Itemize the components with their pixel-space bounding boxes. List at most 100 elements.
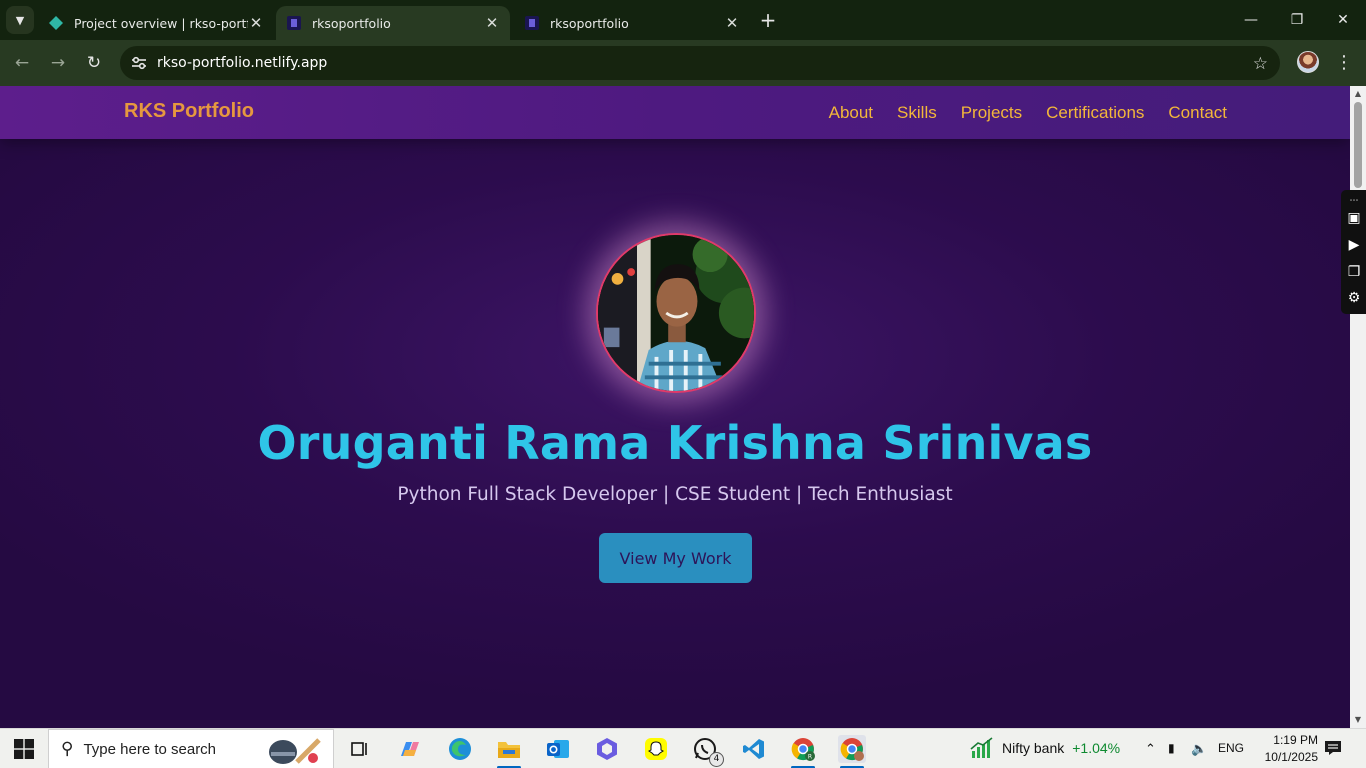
- portfolio-page: RKS Portfolio About Skills Projects Cert…: [0, 86, 1350, 728]
- window-capture-icon[interactable]: ❐: [1345, 263, 1363, 281]
- microsoft-365-button[interactable]: [593, 735, 621, 763]
- site-nav-links: About Skills Projects Certifications Con…: [829, 103, 1227, 123]
- site-navbar: RKS Portfolio About Skills Projects Cert…: [0, 86, 1350, 139]
- system-clock[interactable]: 1:19 PM 10/1/2025: [1248, 732, 1318, 766]
- tab-rksoportfolio[interactable]: rksoportfolio ✕: [514, 6, 750, 40]
- restore-button[interactable]: ❐: [1274, 0, 1320, 40]
- hero-subtitle: Python Full Stack Developer | CSE Studen…: [397, 484, 953, 505]
- battery-icon[interactable]: ▮: [1168, 741, 1175, 755]
- tab-title: rksoportfolio: [550, 15, 629, 31]
- chrome-profile-photo-button[interactable]: [838, 735, 866, 768]
- restore-icon: ❐: [1290, 12, 1304, 28]
- windows-taskbar: ⚲ Type here to search 4 R Nifty bank +1.…: [0, 728, 1366, 768]
- minimize-icon: —: [1244, 12, 1258, 28]
- site-favicon-icon: [525, 16, 539, 30]
- netlify-diamond-icon: [49, 16, 63, 30]
- whatsapp-unread-badge: 4: [709, 752, 724, 767]
- profile-avatar[interactable]: [1297, 51, 1319, 73]
- nav-link-contact[interactable]: Contact: [1168, 103, 1227, 123]
- reload-icon: ↻: [86, 53, 102, 73]
- clock-date: 10/1/2025: [1264, 750, 1318, 764]
- plus-icon: +: [759, 8, 777, 32]
- close-tab-icon[interactable]: ✕: [724, 14, 740, 32]
- taskbar-search-placeholder: Type here to search: [83, 740, 217, 758]
- tab-project-overview[interactable]: Project overview | rkso-portfolio ✕: [38, 6, 274, 40]
- arrow-left-icon: ←: [14, 53, 30, 73]
- clock-time: 1:19 PM: [1273, 733, 1318, 747]
- new-tab-button[interactable]: +: [756, 8, 780, 32]
- task-view-button[interactable]: [346, 735, 374, 763]
- nav-link-certifications[interactable]: Certifications: [1046, 103, 1144, 123]
- hero-name-heading: Oruganti Rama Krishna Srinivas: [257, 416, 1093, 470]
- close-tab-icon[interactable]: ✕: [248, 14, 264, 32]
- volume-icon[interactable]: 🔈: [1191, 741, 1207, 757]
- page-scrollbar[interactable]: ▲ ▼: [1350, 86, 1366, 728]
- snapchat-icon: [645, 738, 667, 760]
- back-button[interactable]: ←: [8, 49, 36, 77]
- language-indicator[interactable]: ENG: [1218, 741, 1244, 755]
- microsoft-365-icon: [597, 738, 617, 760]
- edge-icon: [449, 738, 471, 760]
- site-brand[interactable]: RKS Portfolio: [124, 100, 254, 123]
- scroll-down-arrow-icon[interactable]: ▼: [1353, 715, 1363, 725]
- close-icon: ✕: [1337, 12, 1349, 28]
- outlook-icon: [547, 740, 569, 758]
- url-text: rkso-portfolio.netlify.app: [157, 55, 328, 71]
- cricket-helmet-icon: [269, 738, 321, 764]
- site-settings-icon[interactable]: [130, 54, 148, 72]
- gear-icon[interactable]: ⚙: [1345, 289, 1363, 307]
- browser-menu-icon[interactable]: ⋮: [1334, 51, 1354, 75]
- windows-start-icon[interactable]: [14, 739, 34, 759]
- profile-photo-image: [598, 235, 754, 391]
- copilot-icon: [401, 742, 419, 756]
- widget-change: +1.04%: [1072, 740, 1121, 756]
- show-hidden-icons-chevron-icon[interactable]: ⌃: [1145, 741, 1156, 757]
- more-options-icon[interactable]: ⋯: [1345, 192, 1363, 210]
- tab-rksoportfolio-active[interactable]: rksoportfolio ✕: [276, 6, 510, 40]
- forward-button[interactable]: →: [44, 49, 72, 77]
- nav-link-skills[interactable]: Skills: [897, 103, 937, 123]
- nav-link-about[interactable]: About: [829, 103, 873, 123]
- taskbar-search-box[interactable]: ⚲ Type here to search: [48, 729, 334, 768]
- notifications-icon[interactable]: [1324, 740, 1342, 756]
- close-tab-icon[interactable]: ✕: [484, 14, 500, 32]
- scrollbar-thumb[interactable]: [1354, 102, 1362, 188]
- camera-icon[interactable]: ▣: [1345, 209, 1363, 227]
- profile-photo: [596, 233, 756, 393]
- task-view-icon: [351, 742, 367, 756]
- bookmark-star-icon[interactable]: ☆: [1253, 54, 1268, 74]
- browser-toolbar: ← → ↻ rkso-portfolio.netlify.app ☆ ⋮: [0, 40, 1366, 86]
- tab-strip: ▼ Project overview | rkso-portfolio ✕ rk…: [0, 0, 1366, 40]
- chrome-icon: [840, 738, 864, 761]
- vscode-button[interactable]: [740, 735, 768, 763]
- stock-chart-icon: [970, 737, 993, 758]
- address-bar[interactable]: rkso-portfolio.netlify.app ☆: [120, 46, 1280, 80]
- whatsapp-button[interactable]: 4: [691, 735, 724, 767]
- svg-text:R: R: [808, 754, 812, 761]
- folder-icon: [498, 742, 520, 758]
- minimize-button[interactable]: —: [1228, 0, 1274, 40]
- snapchat-button[interactable]: [642, 735, 670, 763]
- site-favicon-icon: [287, 16, 301, 30]
- tab-title: rksoportfolio: [312, 15, 391, 31]
- scroll-up-arrow-icon[interactable]: ▲: [1353, 89, 1363, 99]
- vscode-icon: [743, 739, 764, 759]
- tab-title: Project overview | rkso-portfolio: [74, 15, 248, 31]
- reload-button[interactable]: ↻: [80, 49, 108, 77]
- chevron-down-icon: ▼: [15, 13, 25, 27]
- stock-widget[interactable]: Nifty bank +1.04%: [970, 737, 1120, 759]
- view-my-work-button[interactable]: View My Work: [599, 533, 752, 583]
- widget-name: Nifty bank: [1002, 740, 1065, 756]
- edge-button[interactable]: [446, 735, 474, 763]
- chrome-profile-r-button[interactable]: R: [789, 735, 817, 768]
- file-explorer-button[interactable]: [495, 735, 523, 768]
- nav-link-projects[interactable]: Projects: [961, 103, 1022, 123]
- arrow-right-icon: →: [50, 53, 66, 73]
- screen-capture-toolbar: ⋯ ▣ ▶ ❐ ⚙: [1341, 190, 1366, 314]
- close-window-button[interactable]: ✕: [1320, 0, 1366, 40]
- outlook-button[interactable]: [544, 735, 572, 763]
- tab-search-button[interactable]: ▼: [6, 6, 34, 34]
- copilot-button[interactable]: [396, 735, 424, 763]
- chrome-icon: R: [791, 738, 815, 761]
- video-camera-icon[interactable]: ▶: [1345, 236, 1363, 254]
